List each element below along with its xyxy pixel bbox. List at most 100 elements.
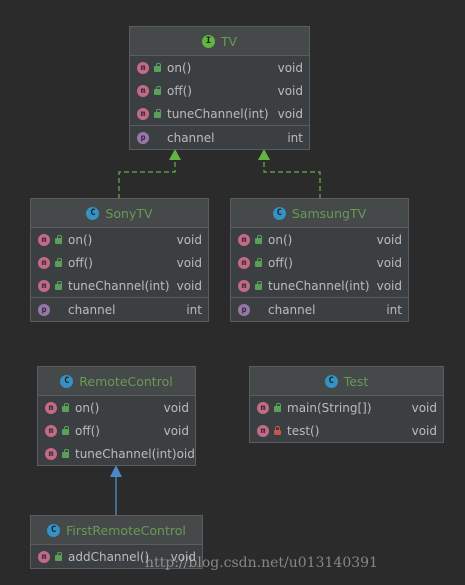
- return-type: void: [176, 278, 202, 293]
- method-row[interactable]: m on() void: [38, 396, 195, 419]
- class-name: SamsungTV: [291, 205, 367, 221]
- field-name: channel: [167, 130, 215, 145]
- field-row[interactable]: p channel int: [31, 298, 208, 321]
- fields-section: p channel int: [231, 297, 408, 321]
- method-name: off(): [68, 255, 93, 270]
- field-type: int: [186, 302, 202, 317]
- return-type: void: [176, 255, 202, 270]
- public-lock-icon: [254, 234, 264, 245]
- field-row[interactable]: p channel int: [231, 298, 408, 321]
- class-box-test[interactable]: C Test m main(String[]) void m test() vo…: [249, 366, 444, 443]
- visibility-spacer: [153, 133, 163, 143]
- method-row[interactable]: m off() void: [130, 79, 309, 102]
- return-type: void: [176, 232, 202, 247]
- public-lock-icon: [54, 551, 64, 562]
- method-row[interactable]: m tuneChannel(int) void: [130, 102, 309, 125]
- method-icon: m: [257, 401, 269, 414]
- method-name: tuneChannel(int): [75, 446, 177, 461]
- fields-section: p channel int: [31, 297, 208, 321]
- method-row[interactable]: m on() void: [231, 228, 408, 251]
- method-icon: m: [45, 447, 57, 460]
- class-box-remotecontrol[interactable]: C RemoteControl m on() void m off() void…: [37, 366, 196, 466]
- method-row[interactable]: m test() void: [250, 419, 443, 442]
- method-name: main(String[]): [287, 400, 372, 415]
- field-name: channel: [68, 302, 116, 317]
- class-header: C FirstRemoteControl: [31, 516, 202, 545]
- public-lock-icon: [61, 402, 71, 413]
- return-type: void: [376, 255, 402, 270]
- method-icon: m: [137, 84, 149, 97]
- return-type: void: [411, 400, 437, 415]
- method-name: on(): [268, 232, 293, 247]
- method-row[interactable]: m tuneChannel(int) void: [31, 274, 208, 297]
- method-row[interactable]: m on() void: [31, 228, 208, 251]
- class-icon: C: [60, 374, 74, 388]
- return-type: void: [277, 106, 303, 121]
- method-name: off(): [167, 83, 192, 98]
- visibility-spacer: [54, 305, 64, 315]
- method-name: on(): [167, 60, 192, 75]
- method-icon: m: [38, 233, 50, 246]
- fields-section: p channel int: [130, 125, 309, 149]
- method-icon: m: [45, 424, 57, 437]
- method-name: tuneChannel(int): [68, 278, 170, 293]
- methods-section: m on() void m off() void m tuneChannel(i…: [38, 396, 195, 465]
- class-box-sonytv[interactable]: C SonyTV m on() void m off() void m tune…: [30, 198, 209, 322]
- private-lock-icon: [273, 425, 283, 436]
- public-lock-icon: [61, 425, 71, 436]
- public-lock-icon: [54, 234, 64, 245]
- public-lock-icon: [153, 62, 163, 73]
- class-name: SonyTV: [105, 205, 153, 221]
- public-lock-icon: [61, 448, 71, 459]
- field-type: int: [287, 130, 303, 145]
- class-icon: C: [47, 523, 61, 537]
- field-icon: p: [137, 131, 149, 144]
- return-type: void: [163, 423, 189, 438]
- method-row[interactable]: m tuneChannel(int) void: [231, 274, 408, 297]
- method-name: tuneChannel(int): [268, 278, 370, 293]
- return-type: void: [277, 60, 303, 75]
- method-name: test(): [287, 423, 320, 438]
- return-type: void: [376, 278, 402, 293]
- field-row[interactable]: p channel int: [130, 126, 309, 149]
- method-name: on(): [68, 232, 93, 247]
- method-row[interactable]: m on() void: [130, 56, 309, 79]
- class-box-tv[interactable]: I TV m on() void m off() void m tuneChan…: [129, 26, 310, 150]
- class-icon: C: [86, 206, 100, 220]
- public-lock-icon: [254, 257, 264, 268]
- return-type: oid: [176, 446, 195, 461]
- return-type: void: [277, 83, 303, 98]
- method-row[interactable]: m off() void: [31, 251, 208, 274]
- method-icon: m: [38, 279, 50, 292]
- method-row[interactable]: m tuneChannel(int) oid: [38, 442, 195, 465]
- public-lock-icon: [273, 402, 283, 413]
- samsung-realizes-tv-arrowhead: [258, 149, 270, 160]
- methods-section: m main(String[]) void m test() void: [250, 396, 443, 442]
- public-lock-icon: [54, 280, 64, 291]
- method-row[interactable]: m off() void: [231, 251, 408, 274]
- method-name: off(): [268, 255, 293, 270]
- class-box-samsungtv[interactable]: C SamsungTV m on() void m off() void m t…: [230, 198, 409, 322]
- public-lock-icon: [153, 108, 163, 119]
- method-name: tuneChannel(int): [167, 106, 269, 121]
- class-name: Test: [343, 373, 369, 389]
- samsung-realizes-tv-edge: [263, 154, 321, 199]
- return-type: void: [376, 232, 402, 247]
- public-lock-icon: [254, 280, 264, 291]
- firstremote-extends-remote-arrowhead: [110, 465, 122, 477]
- sony-realizes-tv-arrowhead: [169, 149, 181, 160]
- class-header: C SamsungTV: [231, 199, 408, 228]
- method-icon: m: [137, 107, 149, 120]
- method-icon: m: [38, 256, 50, 269]
- method-icon: m: [38, 550, 50, 563]
- class-name: RemoteControl: [79, 373, 173, 389]
- methods-section: m on() void m off() void m tuneChannel(i…: [231, 228, 408, 297]
- method-icon: m: [137, 61, 149, 74]
- class-header: C RemoteControl: [38, 367, 195, 396]
- class-name: TV: [220, 33, 238, 49]
- sony-realizes-tv-edge: [118, 154, 176, 199]
- class-name: FirstRemoteControl: [66, 522, 186, 538]
- method-row[interactable]: m main(String[]) void: [250, 396, 443, 419]
- interface-icon: I: [201, 34, 215, 48]
- method-row[interactable]: m off() void: [38, 419, 195, 442]
